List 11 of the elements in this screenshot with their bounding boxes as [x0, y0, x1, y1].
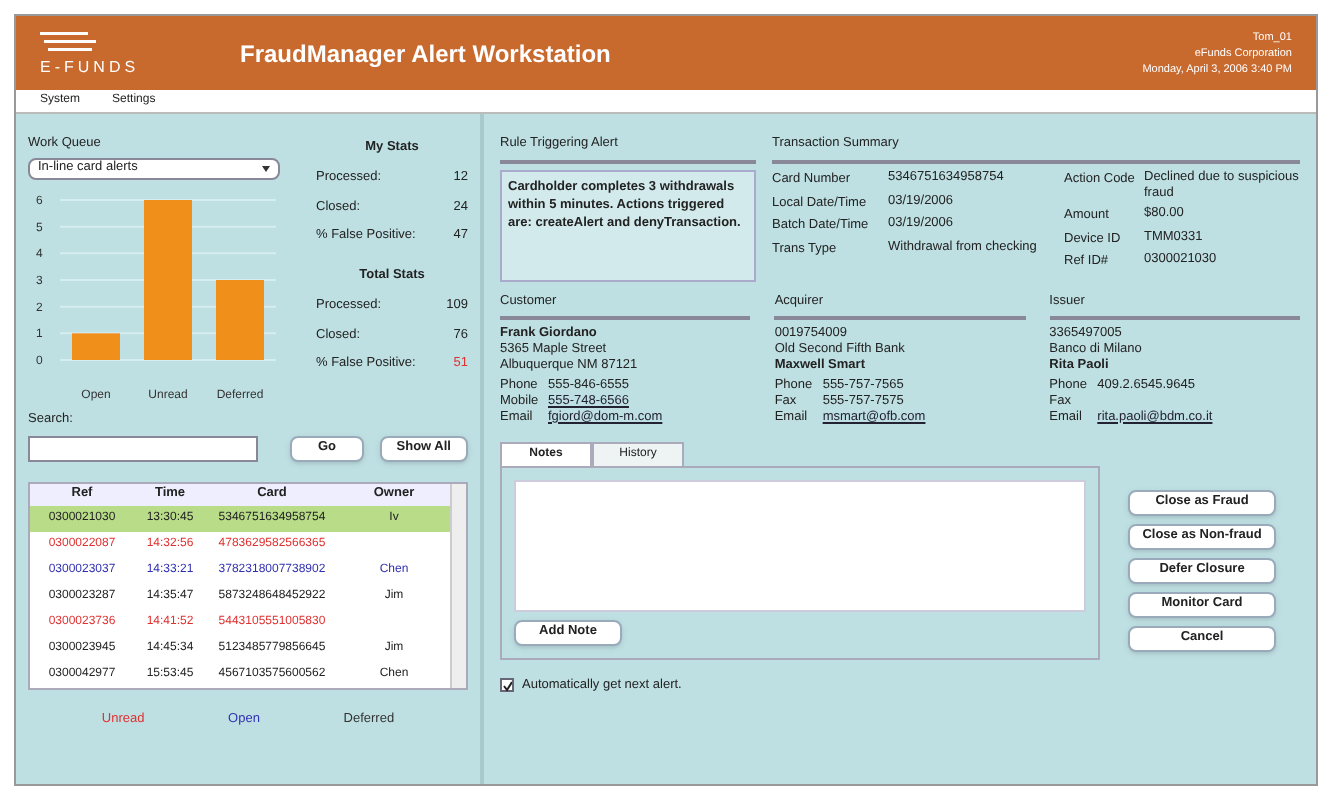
bar	[72, 332, 120, 360]
scrollbar[interactable]	[450, 483, 466, 687]
notes-field[interactable]	[514, 479, 1086, 612]
dropdown-arrow-icon	[262, 165, 270, 172]
app-title: FraudManager Alert Workstation	[240, 37, 611, 71]
checkbox[interactable]	[500, 678, 514, 693]
bar	[216, 279, 264, 360]
logo-icon	[40, 27, 100, 55]
check-icon	[502, 679, 512, 692]
search-field[interactable]	[28, 435, 259, 461]
logo-text: E-FUNDS	[40, 55, 140, 79]
